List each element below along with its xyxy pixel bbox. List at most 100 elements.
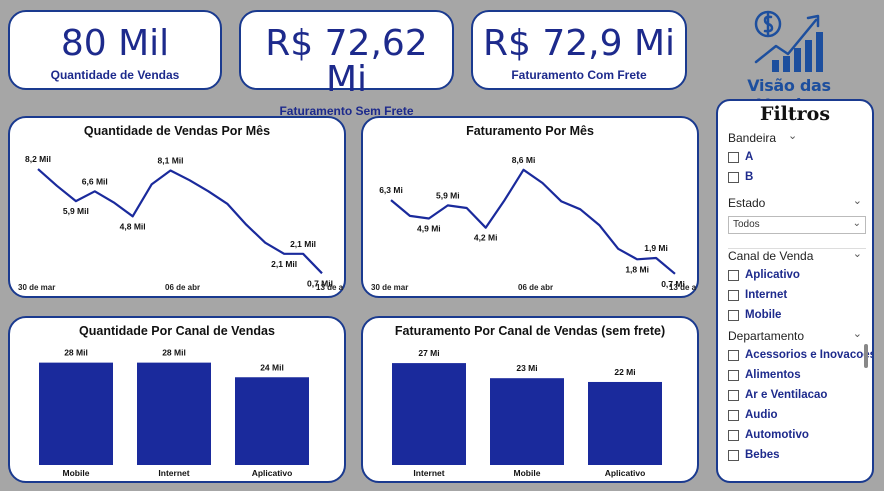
line-chart-faturamento: 6,3 Mi 4,9 Mi 5,9 Mi 4,2 Mi 8,6 Mi 1,8 Mi 1,9 …	[371, 155, 696, 292]
filter-option[interactable]: Alimentos	[728, 365, 866, 385]
option-label: B	[745, 171, 754, 183]
x-tick-label: 30 de mar	[18, 283, 55, 292]
filters-panel: Filtros Bandeira ⌄ A B Estado ⌄ Todos ⌄ …	[716, 99, 874, 483]
filter-label: Canal de Venda	[728, 249, 814, 263]
x-tick-label: Aplicativo	[252, 468, 293, 478]
bar	[39, 362, 113, 465]
checkbox[interactable]	[728, 369, 739, 381]
data-label: 2,1 Mil	[271, 259, 297, 269]
option-label: Bebes	[745, 449, 780, 461]
bar	[490, 378, 564, 465]
data-label: 24 Mil	[260, 362, 284, 372]
option-label: Audio	[745, 409, 778, 421]
chevron-down-icon[interactable]: ⌄	[853, 247, 862, 260]
filter-option[interactable]: A	[728, 147, 866, 167]
data-label: 2,1 Mil	[290, 239, 316, 249]
filter-estado: Estado ⌄ Todos ⌄	[728, 194, 866, 249]
chevron-down-icon[interactable]: ⌄	[853, 194, 862, 207]
filter-header[interactable]: Canal de Venda ⌄	[728, 247, 866, 265]
option-label: Automotivo	[745, 429, 809, 441]
filter-option[interactable]: Internet	[728, 285, 866, 305]
scrollbar[interactable]	[864, 344, 868, 368]
checkbox[interactable]	[728, 171, 739, 183]
x-tick-label: Internet	[413, 468, 444, 478]
option-label: Mobile	[745, 309, 782, 321]
checkbox[interactable]	[728, 389, 739, 401]
x-tick-label: 06 de abr	[518, 283, 553, 292]
kpi-card-faturamento-sem-frete: R$ 72,62 Mi Faturamento Sem Frete	[239, 10, 454, 118]
filter-canal: Canal de Venda ⌄ Aplicativo Internet Mob…	[728, 247, 866, 325]
data-label: 6,3 Mi	[379, 185, 403, 195]
option-label: Alimentos	[745, 369, 801, 381]
checkbox[interactable]	[728, 429, 739, 441]
option-label: Acessorios e Inovacoes	[745, 349, 874, 361]
chart-card-faturamento-mes: Faturamento Por Mês 6,3 Mi 4,9 Mi 5,9 Mi 4,…	[361, 116, 699, 298]
option-label: Internet	[745, 289, 788, 301]
estado-dropdown[interactable]: Todos ⌄	[728, 216, 866, 234]
chart-card-quantidade-canal: Quantidade Por Canal de Vendas 28 Mil Mob…	[8, 316, 346, 483]
filter-bandeira: Bandeira ⌄ A B	[728, 129, 866, 187]
kpi-label: Quantidade de Vendas	[50, 68, 180, 82]
data-label: 4,8 Mil	[120, 221, 146, 231]
filter-option[interactable]: Mobile	[728, 305, 866, 325]
chevron-down-icon[interactable]: ⌄	[853, 327, 862, 340]
data-label: 6,6 Mil	[82, 176, 108, 186]
chevron-down-icon: ⌄	[852, 218, 861, 229]
checkbox[interactable]	[728, 269, 739, 281]
chart-card-quantidade-mes: Quantidade de Vendas Por Mês 8,2 Mil 5,9 …	[8, 116, 346, 298]
kpi-value: R$ 72,9 Mi	[482, 23, 676, 64]
checkbox[interactable]	[728, 349, 739, 361]
x-tick-label: 30 de mar	[371, 283, 408, 292]
x-tick-label: 13 de abr	[669, 283, 696, 292]
filter-option[interactable]: B	[728, 167, 866, 187]
filter-label: Bandeira	[728, 131, 777, 145]
data-label: 1,8 Mi	[625, 264, 649, 274]
checkbox[interactable]	[728, 409, 739, 421]
bar-chart-quantidade-canal: 28 Mil Mobile 28 Mil Internet 24 Mil Aplicati…	[39, 348, 309, 478]
data-label: 8,6 Mi	[512, 155, 536, 165]
x-tick-label: Mobile	[63, 468, 90, 478]
x-tick-label: Mobile	[514, 468, 541, 478]
checkbox[interactable]	[728, 151, 739, 163]
bar	[137, 362, 211, 465]
x-tick-label: Aplicativo	[605, 468, 646, 478]
filter-option[interactable]: Audio	[728, 405, 866, 425]
data-label: 23 Mi	[516, 363, 537, 373]
filter-departamento: Departamento ⌄ Acessorios e Inovacoes Al…	[728, 327, 872, 465]
data-label: 1,9 Mi	[644, 243, 668, 253]
option-label: Aplicativo	[745, 269, 800, 281]
checkbox[interactable]	[728, 309, 739, 321]
chevron-down-icon[interactable]: ⌄	[788, 129, 797, 142]
checkbox[interactable]	[728, 449, 739, 461]
x-tick-label: Internet	[158, 468, 189, 478]
data-label: 8,1 Mil	[158, 156, 184, 166]
filter-option[interactable]: Bebes	[728, 445, 866, 465]
filter-label: Departamento	[728, 329, 805, 343]
data-label: 5,9 Mil	[63, 206, 89, 216]
kpi-card-quantidade: 80 Mil Quantidade de Vendas	[8, 10, 222, 90]
dropdown-value: Todos	[733, 219, 760, 230]
filters-title: Filtros	[759, 103, 831, 125]
kpi-value: 80 Mil	[60, 23, 170, 64]
data-label: 8,2 Mil	[25, 154, 51, 164]
chart-card-faturamento-canal: Faturamento Por Canal de Vendas (sem fre…	[361, 316, 699, 483]
filter-option[interactable]: Automotivo	[728, 425, 866, 445]
checkbox[interactable]	[728, 289, 739, 301]
data-label: 28 Mil	[64, 348, 88, 358]
data-label: 28 Mil	[162, 348, 186, 358]
filter-header[interactable]: Estado ⌄	[728, 194, 866, 212]
filter-header[interactable]: Bandeira ⌄	[728, 129, 866, 147]
filter-label: Estado	[728, 196, 766, 210]
bar	[588, 381, 662, 465]
bar	[392, 363, 466, 465]
filter-option[interactable]: Ar e Ventilacao	[728, 385, 866, 405]
kpi-value: R$ 72,62 Mi	[265, 23, 428, 100]
filter-option[interactable]: Aplicativo	[728, 265, 866, 285]
bar-chart-faturamento-canal: 27 Mi Internet 23 Mi Mobile 22 Mi Aplicativo	[392, 348, 662, 478]
filter-header[interactable]: Departamento ⌄	[728, 327, 866, 345]
money-growth-chart-icon	[754, 10, 823, 72]
option-label: A	[745, 151, 754, 163]
data-label: 5,9 Mi	[436, 190, 460, 200]
data-label: 4,2 Mi	[474, 233, 498, 243]
filter-option[interactable]: Acessorios e Inovacoes	[728, 345, 872, 365]
